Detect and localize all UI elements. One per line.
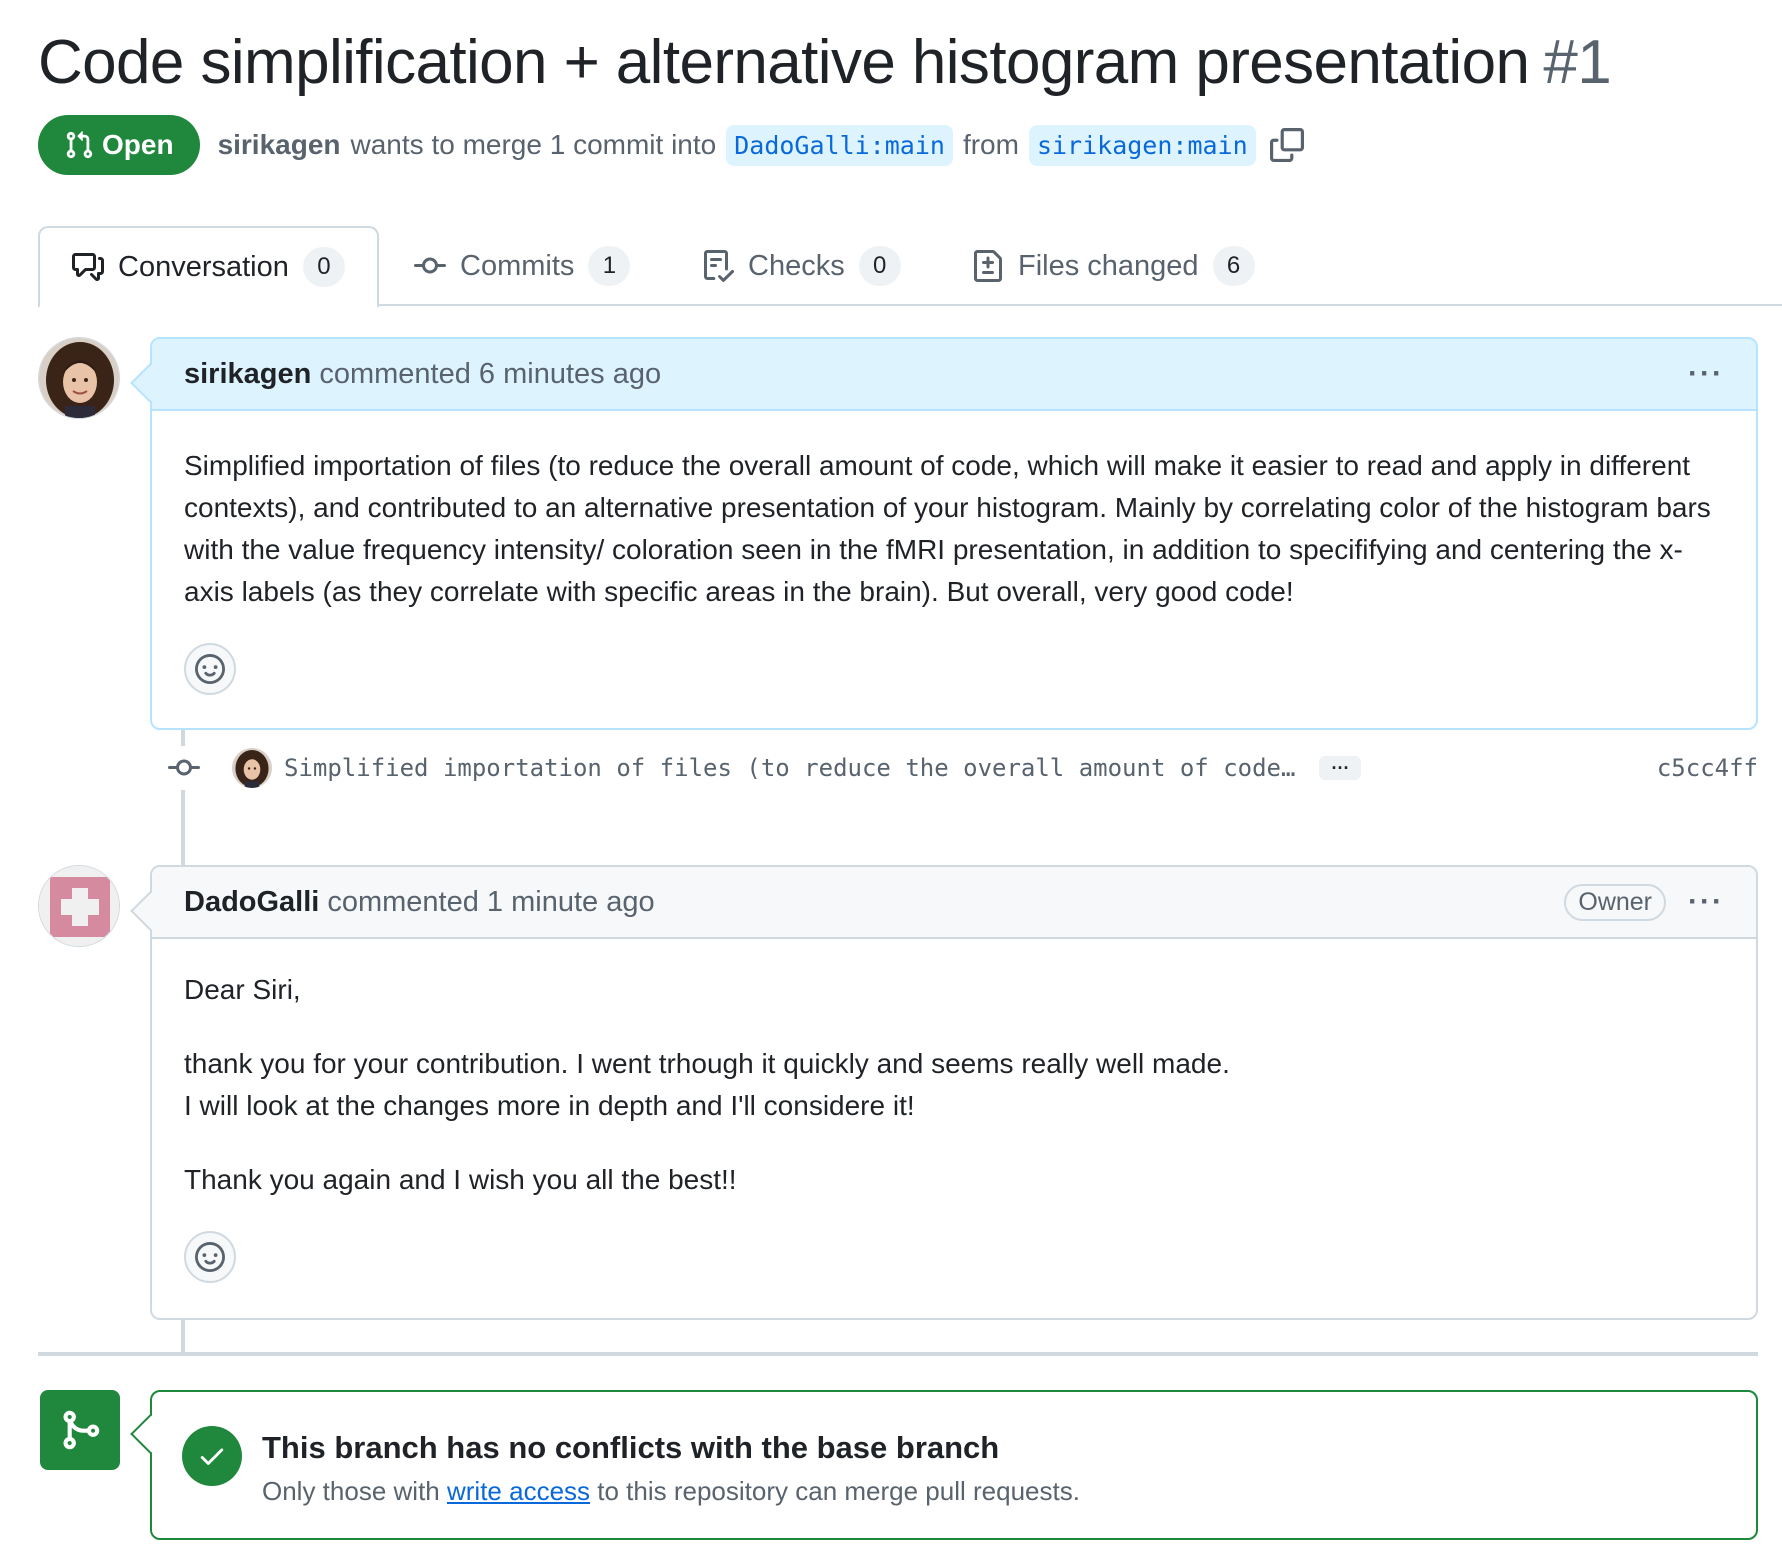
comment-author-link[interactable]: sirikagen xyxy=(184,358,311,391)
comment-paragraph: Dear Siri, xyxy=(184,974,301,1005)
merge-status-icon-box xyxy=(40,1390,120,1470)
merge-box-arrow xyxy=(130,1414,170,1454)
comment-header: DadoGalli commented 1 minute ago Owner ·… xyxy=(152,867,1756,939)
comment-paragraph: I will look at the changes more in depth… xyxy=(184,1090,915,1121)
write-access-link[interactable]: write access xyxy=(447,1476,590,1506)
commit-author-avatar[interactable] xyxy=(232,748,272,788)
file-diff-icon xyxy=(974,250,1002,282)
comment-paragraph: thank you for your contribution. I went … xyxy=(184,1048,1230,1079)
merge-status-description: Only those with write access to this rep… xyxy=(262,1476,1080,1507)
comment-body: Dear Siri, thank you for your contributi… xyxy=(152,939,1756,1303)
commit-expand-button[interactable]: ··· xyxy=(1319,756,1362,780)
add-reaction-button[interactable] xyxy=(184,1231,236,1283)
comment-author-link[interactable]: DadoGalli xyxy=(184,886,319,919)
tab-checks[interactable]: Checks 0 xyxy=(702,226,901,306)
from-text: from xyxy=(962,129,1019,160)
git-commit-node xyxy=(162,746,206,790)
checklist-icon xyxy=(704,250,734,282)
tab-checks-label: Checks xyxy=(748,249,845,282)
base-branch-link[interactable]: DadoGalli:main xyxy=(726,124,953,166)
tab-files-changed-label: Files changed xyxy=(1018,249,1199,282)
timeline-line xyxy=(181,1318,185,1354)
tab-commits-label: Commits xyxy=(460,249,575,282)
check-icon xyxy=(200,1448,224,1465)
git-merge-icon xyxy=(63,1410,100,1450)
comment-header: sirikagen commented 6 minutes ago ··· xyxy=(152,339,1756,411)
tab-commits-count: 1 xyxy=(588,246,631,286)
owner-badge: Owner xyxy=(1564,883,1667,921)
tab-conversation-label: Conversation xyxy=(118,250,289,283)
tab-conversation[interactable]: Conversation 0 xyxy=(38,226,379,308)
git-commit-icon xyxy=(168,759,200,776)
comment-paragraph: Thank you again and I wish you all the b… xyxy=(184,1164,737,1195)
pr-number: #1 xyxy=(1543,27,1612,97)
pr-title-row: Code simplification + alternative histog… xyxy=(38,24,1612,100)
commit-message-link[interactable]: Simplified importation of files (to redu… xyxy=(284,754,1295,782)
avatar-image xyxy=(232,748,272,788)
head-branch-link[interactable]: sirikagen:main xyxy=(1028,124,1256,166)
merge-text: wants to merge 1 commit into xyxy=(350,129,717,160)
copy-branch-button[interactable] xyxy=(1269,128,1304,162)
comment-body: Simplified importation of files (to redu… xyxy=(152,411,1756,715)
merge-sub-after: to this repository can merge pull reques… xyxy=(597,1476,1080,1506)
git-commit-icon xyxy=(414,257,446,274)
tab-commits[interactable]: Commits 1 xyxy=(414,226,631,306)
avatar-sirikagen[interactable] xyxy=(38,337,120,419)
add-reaction-button[interactable] xyxy=(184,643,236,695)
avatar-dadogalli[interactable] xyxy=(38,865,120,947)
timeline-divider xyxy=(38,1352,1758,1356)
pr-tabs: Conversation 0 Commits 1 Checks 0 Files … xyxy=(38,226,1782,308)
merge-status-title: This branch has no conflicts with the ba… xyxy=(262,1430,1000,1465)
pr-state-badge: Open xyxy=(38,115,200,175)
tab-files-changed-count: 6 xyxy=(1212,246,1255,286)
smiley-icon xyxy=(195,654,225,684)
pr-merge-description: sirikagen wants to merge 1 commit into D… xyxy=(218,124,1256,166)
tab-conversation-count: 0 xyxy=(302,247,345,287)
smiley-icon xyxy=(195,1242,225,1272)
avatar-image xyxy=(39,338,119,418)
tab-files-changed[interactable]: Files changed 6 xyxy=(972,226,1255,306)
comment-discussion-icon xyxy=(72,253,104,281)
comment-timestamp[interactable]: commented 6 minutes ago xyxy=(319,358,661,391)
comment-timestamp[interactable]: commented 1 minute ago xyxy=(327,886,654,919)
identicon-image xyxy=(39,866,119,946)
commit-sha-link[interactable]: c5cc4ff xyxy=(1657,754,1758,782)
pr-author-link[interactable]: sirikagen xyxy=(218,129,341,161)
git-pull-request-icon xyxy=(66,131,93,159)
merge-sub-before: Only those with xyxy=(262,1476,440,1506)
comment-paragraph: Simplified importation of files (to redu… xyxy=(184,450,1711,607)
copy-icon xyxy=(1269,128,1304,162)
check-circle-icon xyxy=(182,1426,242,1486)
timeline-commit-row: Simplified importation of files (to redu… xyxy=(162,742,1758,794)
comment-options-button[interactable]: ··· xyxy=(1688,357,1724,391)
merge-status-box: This branch has no conflicts with the ba… xyxy=(130,1390,1758,1540)
comment-options-button[interactable]: ··· xyxy=(1688,885,1724,919)
tab-checks-count: 0 xyxy=(858,246,901,286)
comment-dadogalli: DadoGalli commented 1 minute ago Owner ·… xyxy=(130,865,1758,1320)
pr-title: Code simplification + alternative histog… xyxy=(38,27,1530,97)
pr-meta-row: Open sirikagen wants to merge 1 commit i… xyxy=(38,115,1304,175)
comment-sirikagen: sirikagen commented 6 minutes ago ··· Si… xyxy=(130,337,1758,730)
pr-state-label: Open xyxy=(102,129,174,160)
